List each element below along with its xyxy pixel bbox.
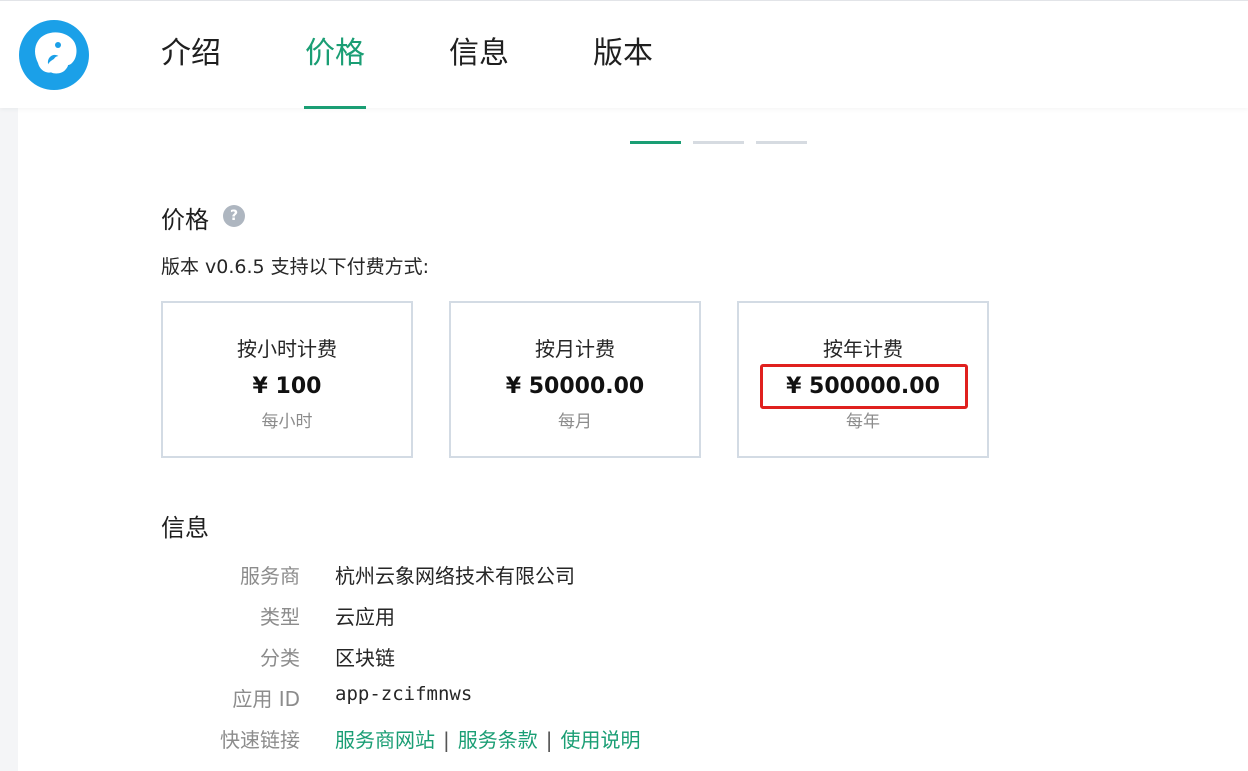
main-content: 价格 ? 版本 v0.6.5 支持以下付费方式: 按小时计费 ¥ 100 每小时…	[18, 108, 1248, 771]
plan-name: 按小时计费	[237, 337, 337, 361]
info-row-category: 分类 区块链	[18, 642, 918, 670]
link-separator: |	[545, 728, 553, 752]
plan-price: ¥ 100	[252, 374, 322, 399]
plan-unit: 每年	[846, 412, 880, 432]
info-row-app-id: 应用 ID app-zcifmnws	[18, 683, 918, 711]
info-value: 云应用	[335, 605, 395, 629]
pricing-card-hourly: 按小时计费 ¥ 100 每小时	[161, 301, 413, 458]
elephant-logo-icon[interactable]	[18, 19, 90, 91]
info-label: 应用 ID	[232, 687, 300, 711]
plan-name: 按月计费	[535, 337, 615, 361]
tab-label: 信息	[449, 36, 509, 71]
top-navigation-bar: 介绍 价格 信息 版本	[0, 0, 1248, 109]
tab-pricing[interactable]: 价格	[304, 31, 366, 109]
price-highlight-box	[760, 364, 968, 409]
carousel-dot[interactable]	[756, 141, 807, 144]
plan-name: 按年计费	[823, 337, 903, 361]
info-value: 区块链	[335, 646, 395, 670]
app-id-value: app-zcifmnws	[335, 683, 473, 705]
info-row-provider: 服务商 杭州云象网络技术有限公司	[18, 560, 918, 588]
info-label: 服务商	[240, 564, 300, 588]
quick-links: 服务商网站 | 服务条款 | 使用说明	[335, 724, 641, 753]
pricing-card-monthly: 按月计费 ¥ 50000.00 每月	[449, 301, 701, 458]
tab-intro[interactable]: 介绍	[160, 31, 222, 109]
terms-of-service-link[interactable]: 服务条款	[458, 728, 538, 752]
info-row-type: 类型 云应用	[18, 601, 918, 629]
provider-website-link[interactable]: 服务商网站	[335, 728, 435, 752]
info-label: 类型	[260, 605, 300, 629]
info-value: 杭州云象网络技术有限公司	[335, 564, 575, 588]
link-separator: |	[443, 728, 450, 752]
plan-unit: 每月	[558, 412, 592, 432]
tab-label: 版本	[593, 36, 653, 71]
question-help-icon[interactable]: ?	[223, 205, 245, 227]
plan-unit: 每小时	[261, 412, 313, 432]
tab-info[interactable]: 信息	[448, 31, 510, 109]
plan-price: ¥ 50000.00	[505, 374, 645, 399]
tab-label: 介绍	[161, 36, 221, 71]
info-title: 信息	[161, 514, 209, 542]
tab-versions[interactable]: 版本	[592, 31, 654, 109]
pricing-title: 价格	[161, 206, 209, 234]
info-row-quick-links: 快速链接 服务商网站 | 服务条款 | 使用说明	[18, 724, 918, 752]
info-label: 快速链接	[220, 728, 300, 752]
pricing-card-yearly: 按年计费 ¥ 500000.00 每年	[737, 301, 989, 458]
pricing-description: 版本 v0.6.5 支持以下付费方式:	[161, 256, 430, 278]
tab-label: 价格	[305, 36, 365, 71]
carousel-dot[interactable]	[693, 141, 744, 144]
carousel-dot[interactable]	[630, 141, 681, 144]
usage-guide-link[interactable]: 使用说明	[561, 728, 641, 752]
active-tab-indicator	[304, 106, 366, 109]
info-label: 分类	[260, 646, 300, 670]
